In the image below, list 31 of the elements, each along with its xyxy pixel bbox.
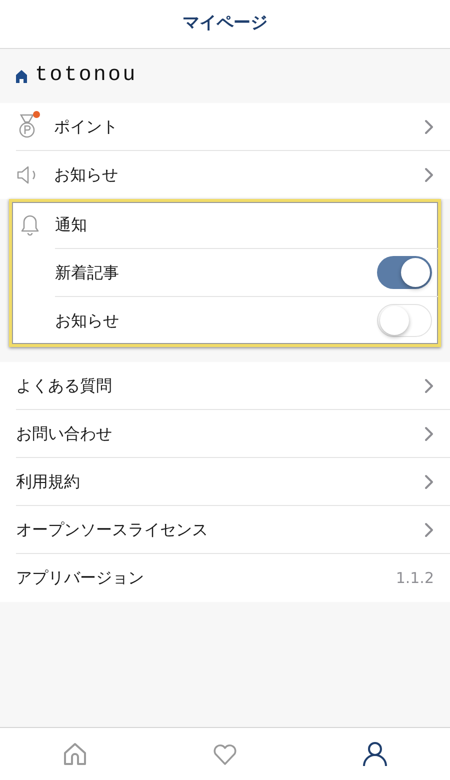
menu-label: ポイント — [54, 116, 119, 138]
menu-row[interactable]: お知らせ — [16, 151, 450, 199]
toggle-switch[interactable] — [377, 256, 432, 289]
page-title: マイページ — [182, 12, 268, 36]
menu-row[interactable]: ポイント — [16, 103, 450, 151]
chevron-right-icon — [424, 378, 434, 394]
menu-label: よくある質問 — [16, 374, 113, 396]
menu-label: お知らせ — [54, 164, 119, 186]
menu-row[interactable]: お問い合わせ — [16, 410, 450, 458]
chevron-right-icon — [424, 474, 434, 490]
section-title: 通知 — [55, 214, 87, 236]
version-number: 1.1.2 — [396, 568, 434, 589]
profile-icon[interactable] — [362, 741, 388, 767]
bell-icon — [20, 214, 40, 236]
chevron-right-icon — [424, 426, 434, 442]
menu-row[interactable]: よくある質問 — [16, 362, 450, 410]
menu-label: オープンソースライセンス — [16, 518, 209, 540]
toggle-label: お知らせ — [55, 310, 120, 332]
house-logo-icon — [16, 70, 27, 82]
chevron-right-icon — [424, 167, 434, 183]
menu-label: お問い合わせ — [16, 422, 113, 444]
chevron-right-icon — [424, 522, 434, 538]
menu-row[interactable]: オープンソースライセンス — [16, 506, 450, 554]
chevron-right-icon — [424, 118, 434, 134]
toggle-label: 新着記事 — [55, 262, 120, 284]
menu-label: アプリバージョン — [16, 567, 145, 589]
home-icon[interactable] — [62, 741, 88, 767]
menu-row[interactable]: 利用規約 — [16, 458, 450, 506]
toggle-switch[interactable] — [377, 304, 432, 337]
brand-logo: totonou — [35, 63, 138, 90]
menu-label: 利用規約 — [16, 470, 81, 492]
